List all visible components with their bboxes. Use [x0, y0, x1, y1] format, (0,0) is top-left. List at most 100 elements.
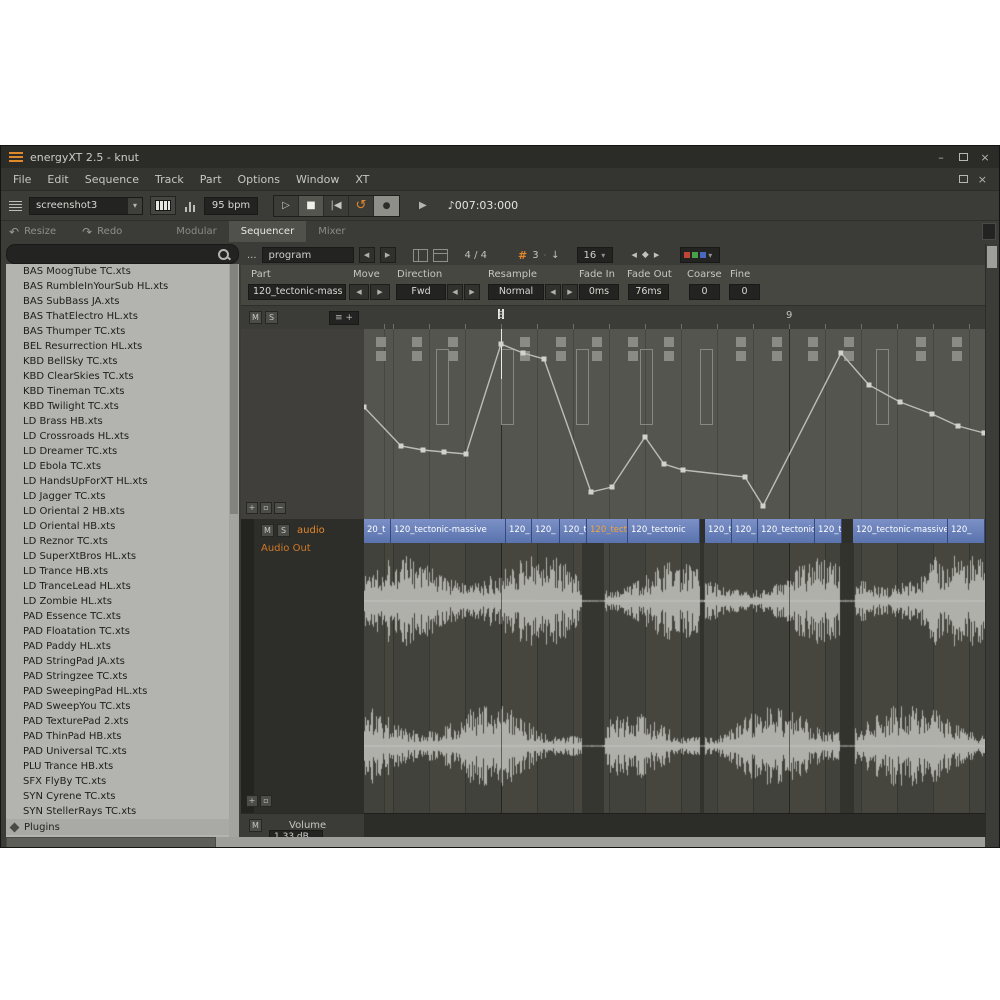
audio-clip[interactable]: 120_tectonic-massive [391, 519, 506, 543]
tab-mixer[interactable]: Mixer [306, 221, 357, 242]
automation-mute-button[interactable]: M [249, 311, 262, 324]
track-mute-button[interactable]: M [261, 524, 274, 537]
snap-value[interactable]: 3 [532, 250, 538, 261]
vertical-scrollbar[interactable] [985, 244, 997, 837]
menu-item-part[interactable]: Part [192, 173, 230, 186]
menu-item-edit[interactable]: Edit [39, 173, 76, 186]
track-output[interactable]: Audio Out [261, 543, 311, 554]
direction-right-button[interactable]: ▶ [464, 284, 480, 300]
lane-menu-button[interactable]: ≡ + [329, 311, 359, 325]
volume-mute-button[interactable]: M [249, 819, 262, 832]
audio-clip[interactable]: 120_t [705, 519, 732, 543]
play-button[interactable]: ▷ [274, 196, 299, 216]
file-item[interactable]: PAD Stringzee TC.xts [6, 669, 229, 684]
audio-clip[interactable]: 120_ [532, 519, 560, 543]
browser-scrollbar[interactable] [229, 264, 239, 837]
stop-button[interactable]: ■ [299, 196, 324, 216]
file-item[interactable]: BAS ThatElectro HL.xts [6, 309, 229, 324]
fade-out-field[interactable]: 76ms [628, 284, 669, 300]
file-item[interactable]: LD Reznor TC.xts [6, 534, 229, 549]
track-header[interactable]: M S audio Audio Out + ▫ [241, 519, 364, 813]
file-item[interactable]: PAD SweepYou TC.xts [6, 699, 229, 714]
file-item[interactable]: SYN Cyrene TC.xts [6, 789, 229, 804]
menu-item-file[interactable]: File [5, 173, 39, 186]
minimize-button[interactable]: – [935, 151, 947, 164]
track-solo-button[interactable]: S [277, 524, 290, 537]
file-item[interactable]: LD Zombie HL.xts [6, 594, 229, 609]
next-program-button[interactable]: ▶ [380, 247, 396, 263]
resample-left-button[interactable]: ◀ [545, 284, 561, 300]
file-item[interactable]: LD HandsUpForXT HL.xts [6, 474, 229, 489]
file-item[interactable]: KBD BellSky TC.xts [6, 354, 229, 369]
menu-item-track[interactable]: Track [147, 173, 192, 186]
prev-program-button[interactable]: ◀ [359, 247, 375, 263]
file-item[interactable]: BAS SubBass JA.xts [6, 294, 229, 309]
file-item[interactable]: KBD ClearSkies TC.xts [6, 369, 229, 384]
tab-sequencer[interactable]: Sequencer [229, 221, 306, 242]
audio-clip[interactable]: 120_tectonic-massive [853, 519, 948, 543]
file-item[interactable]: BAS MoogTube TC.xts [6, 264, 229, 279]
file-item[interactable]: LD Trance HB.xts [6, 564, 229, 579]
search-box[interactable] [6, 244, 239, 264]
file-item[interactable]: PAD TexturePad 2.xts [6, 714, 229, 729]
record-button[interactable]: ● [374, 196, 399, 216]
tab-modular[interactable]: Modular [164, 221, 228, 242]
audio-clip[interactable]: 120_tect [587, 519, 628, 543]
file-item[interactable]: PAD Universal TC.xts [6, 744, 229, 759]
link-button[interactable]: ▫ [260, 502, 272, 514]
file-item[interactable]: LD Oriental 2 HB.xts [6, 504, 229, 519]
mdi-restore-button[interactable] [959, 173, 968, 186]
automation-solo-button[interactable]: S [265, 311, 278, 324]
vertical-scrollbar-thumb[interactable] [987, 246, 997, 268]
file-item[interactable]: LD Crossroads HL.xts [6, 429, 229, 444]
position-display[interactable]: ♪007:03:000 [448, 199, 518, 212]
file-item[interactable]: LD Dreamer TC.xts [6, 444, 229, 459]
automation-envelope-area[interactable] [364, 329, 985, 519]
marker-diamond-icon[interactable]: ◆ [642, 250, 649, 260]
program-dropdown[interactable]: program [262, 247, 354, 263]
close-button[interactable]: × [979, 151, 991, 164]
audio-clip[interactable]: 20_t [364, 519, 391, 543]
restore-button[interactable] [957, 151, 969, 164]
menu-item-sequence[interactable]: Sequence [77, 173, 147, 186]
resample-right-button[interactable]: ▶ [562, 284, 578, 300]
coarse-field[interactable]: 0 [689, 284, 720, 300]
move-right-button[interactable]: ▶ [370, 284, 390, 300]
more-button[interactable]: ... [247, 250, 257, 261]
loop-button[interactable]: ↺ [349, 196, 374, 216]
file-item[interactable]: LD Ebola TC.xts [6, 459, 229, 474]
keyboard-button[interactable] [150, 196, 176, 215]
file-item[interactable]: PLU Trance HB.xts [6, 759, 229, 774]
rewind-button[interactable]: |◀ [324, 196, 349, 216]
snap-icon[interactable]: # [518, 249, 527, 262]
file-item[interactable]: LD Brass HB.xts [6, 414, 229, 429]
redo-button[interactable]: ↷ Redo [82, 225, 122, 239]
add-point-button[interactable]: + [246, 502, 258, 514]
file-item[interactable]: PAD Paddy HL.xts [6, 639, 229, 654]
file-item[interactable]: PAD Essence TC.xts [6, 609, 229, 624]
volume-lane[interactable] [364, 813, 985, 837]
search-input[interactable] [7, 249, 217, 260]
bpm-display[interactable]: 95 bpm [204, 197, 258, 215]
file-item[interactable]: KBD Tineman TC.xts [6, 384, 229, 399]
part-name-field[interactable]: 120_tectonic-mass [248, 284, 346, 300]
horizontal-scrollbar-thumb[interactable] [6, 837, 216, 848]
file-item[interactable]: PAD StringPad JA.xts [6, 654, 229, 669]
browser-scrollbar-thumb[interactable] [230, 264, 238, 514]
remove-point-button[interactable]: − [274, 502, 286, 514]
audio-clip[interactable]: 120_ [732, 519, 758, 543]
file-item[interactable]: LD Oriental HB.xts [6, 519, 229, 534]
prev-marker-button[interactable]: ◀ [632, 251, 637, 259]
down-arrow-icon[interactable]: ↓ [551, 250, 559, 261]
track-name[interactable]: audio [297, 525, 325, 536]
undo-button[interactable]: ↶ Resize [9, 225, 56, 239]
file-item[interactable]: BAS Thumper TC.xts [6, 324, 229, 339]
audio-clip[interactable]: 120_ [506, 519, 532, 543]
file-item[interactable]: PAD SweepingPad HL.xts [6, 684, 229, 699]
plugins-node[interactable]: Plugins [6, 819, 229, 835]
move-left-button[interactable]: ◀ [349, 284, 369, 300]
play-cursor-button[interactable]: ▶ [419, 200, 427, 211]
clip-gap[interactable] [842, 519, 853, 543]
file-item[interactable]: PAD ThinPad HB.xts [6, 729, 229, 744]
fade-in-field[interactable]: 0ms [579, 284, 619, 300]
